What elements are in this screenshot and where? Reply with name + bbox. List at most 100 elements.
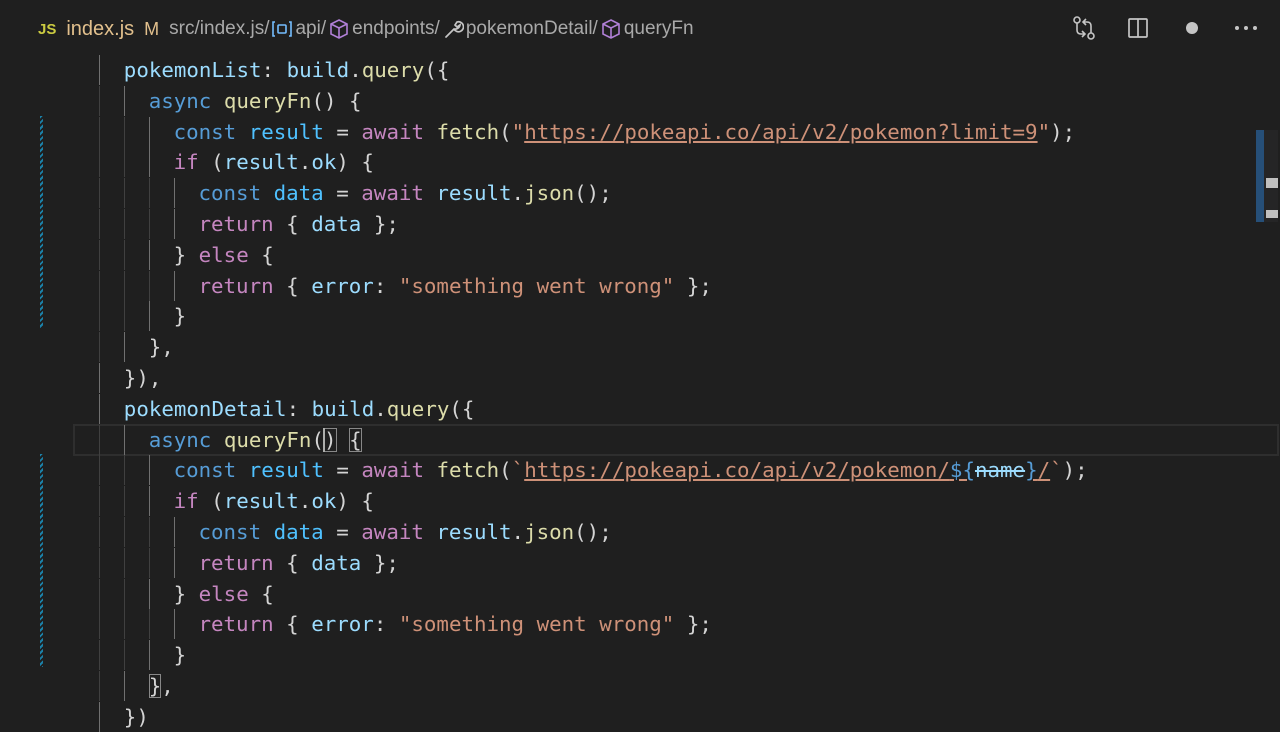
split-editor-icon[interactable] [1124,14,1152,42]
code-line[interactable]: }, [0,332,1250,363]
breadcrumb-file-name[interactable]: index.js [66,18,134,41]
code-token: " [1037,119,1051,144]
code-line[interactable]: } else { [0,578,1250,609]
code-token: async [148,88,224,113]
code-token: }, [148,335,174,360]
code-line[interactable]: pokemonList: build.query({ [0,55,1250,85]
indent-guide [173,517,175,547]
code-token: }) [123,704,149,729]
code-token: error [311,612,374,637]
editor-actions [1070,14,1260,42]
breadcrumb-path[interactable]: src/index.js/ [169,18,269,40]
indent-guide [98,640,100,671]
code-line[interactable]: if (result.ok) { [0,486,1250,517]
code-line[interactable]: const data = await result.json(); [0,178,1250,209]
code-line[interactable]: }, [0,671,1250,701]
code-token: ` [1050,458,1063,483]
code-token: fetch [436,119,500,144]
code-line[interactable]: async queryFn() { [73,423,1279,456]
unsaved-dot-icon[interactable] [1178,14,1206,42]
code-editor[interactable]: pokemonList: build.query({async queryFn(… [0,55,1280,732]
indent-guide [148,455,150,486]
code-line[interactable]: } else { [0,239,1250,270]
code-line[interactable]: const result = await fetch("https://poke… [0,116,1250,147]
modified-badge: M [144,18,160,39]
code-line[interactable]: return { data }; [0,547,1250,578]
code-token: { [286,273,312,298]
text-cursor [323,427,325,452]
code-line[interactable]: return { data }; [0,209,1250,239]
code-line[interactable]: const data = await result.json(); [0,517,1250,547]
code-token: https://pokeapi.co/api/v2/pokemon?limit=… [524,119,1038,144]
code-token: . [511,181,525,206]
indent-guide [98,332,100,363]
code-token: : [373,273,399,298]
code-line[interactable]: async queryFn() { [0,85,1250,116]
code-token: ok [311,489,337,514]
code-token: : [286,396,312,421]
indent-guide [148,609,150,640]
code-token: } [173,643,187,668]
indent-guide [148,178,150,209]
breadcrumb-segment-endpoints[interactable]: endpoints/ [352,18,440,40]
indent-guide [148,517,150,547]
indent-guide [123,455,125,486]
code-token: await [361,520,437,544]
code-line[interactable]: pokemonDetail: build.query({ [0,393,1250,424]
code-token: const [173,458,249,483]
code-token: } [173,581,199,606]
code-line-text: pokemonList: build.query({ [124,55,450,85]
breadcrumb-segment-queryFn[interactable]: queryFn [624,18,694,40]
code-token: } [1025,458,1038,483]
code-token: error [311,273,374,298]
code-token: { [286,612,312,637]
code-token: }), [123,366,162,390]
code-token: build [311,396,375,421]
code-line[interactable]: return { error: "something went wrong" }… [0,270,1250,301]
wrench-icon [442,18,464,40]
code-token: ); [1062,458,1088,483]
code-line[interactable]: const result = await fetch(`https://poke… [0,455,1250,486]
code-token: await [361,458,437,483]
code-token: const [173,119,249,144]
code-token: ) { [336,150,374,175]
code-line[interactable]: } [0,640,1250,671]
code-line[interactable]: } [0,301,1250,332]
indent-guide [173,270,175,301]
breadcrumb-bar: JS index.js M src/index.js/ api/ endpoin… [0,0,1280,56]
indent-guide [148,301,150,332]
code-token: json [524,520,575,544]
indent-guide [98,85,100,116]
code-token: else [198,581,262,606]
code-line-text: }, [148,671,174,701]
code-token: json [524,181,575,206]
indent-guide [123,209,125,239]
code-token: result [248,458,324,483]
indent-guide [148,239,150,270]
code-line[interactable]: }), [0,363,1250,393]
indent-guide [123,332,125,363]
indent-guide [173,209,175,239]
indent-guide [98,393,100,424]
more-actions-icon[interactable] [1232,14,1260,42]
overview-ruler[interactable] [1256,130,1278,222]
indent-guide [98,178,100,209]
code-token: "something went wrong" [398,273,675,298]
code-token: }; [674,612,712,637]
indent-guide [98,363,100,393]
code-token: result [436,181,512,206]
indent-guide [123,486,125,517]
compare-changes-icon[interactable] [1070,14,1098,42]
code-line-text: async queryFn() { [149,86,362,116]
breadcrumb-segment-api[interactable]: api/ [295,18,326,40]
code-line[interactable]: }) [0,701,1250,732]
indent-guide [98,517,100,547]
breadcrumb-segment-pokemonDetail[interactable]: pokemonDetail/ [466,18,598,40]
indent-guide [98,609,100,640]
indent-guide [98,701,100,732]
code-token: = [323,181,362,206]
indent-guide [148,147,150,178]
indent-guide [148,640,150,671]
code-line[interactable]: return { error: "something went wrong" }… [0,609,1250,640]
code-line[interactable]: if (result.ok) { [0,147,1250,178]
